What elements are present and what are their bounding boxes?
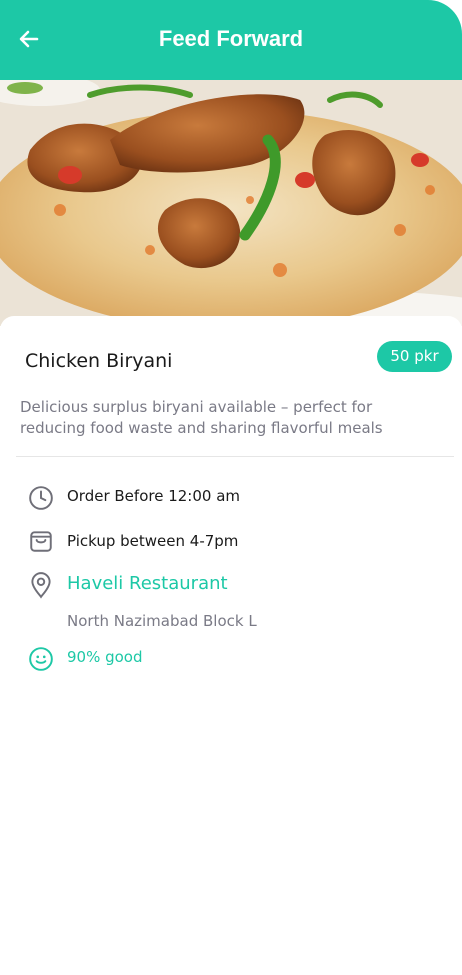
price-badge: 50 pkr (377, 341, 452, 372)
order-before-text: Order Before 12:00 am (67, 487, 241, 505)
app-header: Feed Forward (0, 0, 462, 80)
shopping-bag-icon (30, 531, 52, 552)
clock-icon-wrap (27, 484, 55, 512)
rating-text: 90% good (67, 648, 143, 666)
shopping-bag-icon-wrap (27, 527, 55, 555)
page-title: Feed Forward (158, 26, 304, 51)
clock-icon (29, 486, 53, 510)
pickup-text: Pickup between 4-7pm (67, 532, 239, 550)
location-pin-icon (31, 572, 51, 599)
restaurant-link[interactable]: Haveli Restaurant (67, 573, 228, 594)
item-description: Delicious surplus biryani available – pe… (20, 398, 383, 437)
food-image (0, 80, 462, 326)
smile-icon (29, 647, 53, 671)
item-title: Chicken Biryani (25, 350, 173, 372)
divider (16, 456, 454, 457)
smile-icon-wrap (27, 645, 55, 673)
location-pin-icon-wrap (27, 571, 55, 599)
restaurant-address: North Nazimabad Block L (67, 612, 257, 630)
